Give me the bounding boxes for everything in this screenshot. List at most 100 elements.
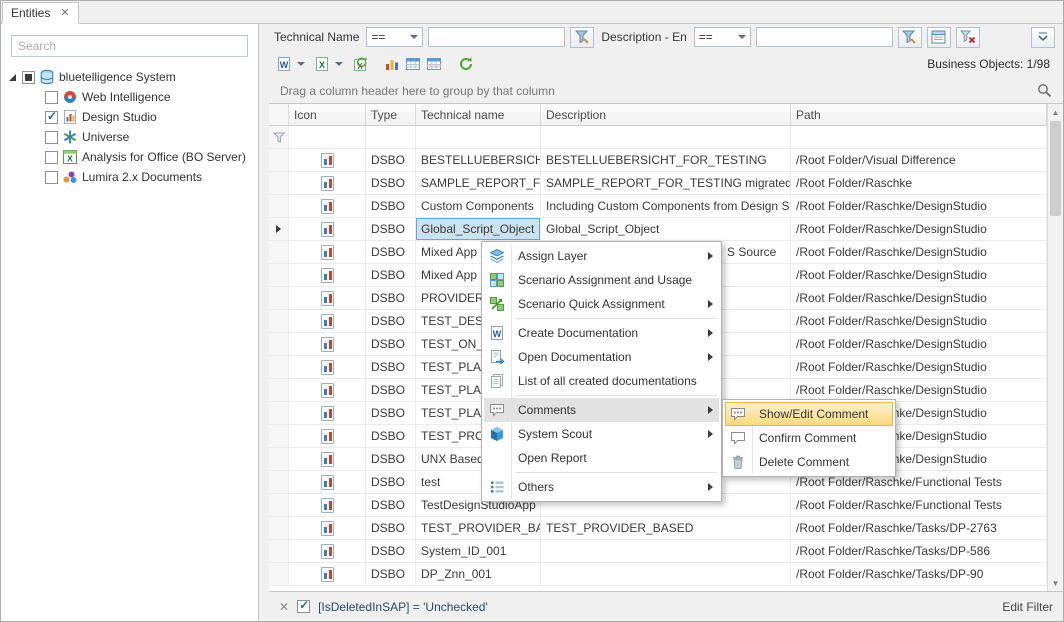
remove-filter-icon[interactable]: ✕	[279, 601, 289, 613]
filter-cell[interactable]	[791, 126, 1047, 148]
cell-type[interactable]: DSBO	[366, 425, 416, 447]
scroll-down-icon[interactable]: ▼	[1048, 575, 1063, 591]
cell-technical-name[interactable]: Custom Components	[416, 195, 541, 217]
group-by-panel[interactable]: Drag a column header here to group by th…	[269, 78, 1063, 104]
clear-filter-button[interactable]	[956, 27, 980, 48]
cell-path[interactable]: /Root Folder/Raschke	[791, 172, 1047, 194]
menu-item-scenario-quick-assignment[interactable]: Scenario Quick Assignment	[484, 292, 719, 316]
expander-icon[interactable]	[9, 74, 16, 81]
tree-node-root[interactable]: bluetelligence System	[1, 67, 258, 87]
cell-type[interactable]: DSBO	[366, 563, 416, 585]
tree-node-universe[interactable]: Universe	[1, 127, 258, 147]
menu-item-system-scout[interactable]: System Scout	[484, 422, 719, 446]
menu-item-open-documentation[interactable]: Open Documentation	[484, 345, 719, 369]
node-checkbox[interactable]	[45, 111, 58, 124]
vertical-scrollbar[interactable]: ▲ ▼	[1047, 104, 1063, 591]
filter-panel-button[interactable]	[927, 27, 951, 48]
export-excel-dropdown[interactable]	[333, 53, 345, 75]
table-row[interactable]: DSBO SAMPLE_REPORT_FO... SAMPLE_REPORT_F…	[269, 172, 1047, 195]
node-checkbox[interactable]	[45, 171, 58, 184]
cell-path[interactable]: /Root Folder/Raschke/DesignStudio	[791, 218, 1047, 240]
search-icon[interactable]	[1037, 83, 1052, 98]
description-operator-select[interactable]: ==	[694, 27, 751, 47]
cell-type[interactable]: DSBO	[366, 517, 416, 539]
column-header-description[interactable]: Description	[541, 104, 791, 125]
cell-type[interactable]: DSBO	[366, 195, 416, 217]
edit-filter-button[interactable]: Edit Filter	[1002, 600, 1053, 614]
column-header-icon[interactable]: Icon	[289, 104, 366, 125]
export-word-button[interactable]: W	[274, 53, 294, 75]
table-row-selected[interactable]: DSBO Global_Script_Object Global_Script_…	[269, 218, 1047, 241]
excel-refresh-button[interactable]: X	[350, 53, 370, 75]
cell-technical-name[interactable]: DP_Znn_001	[416, 563, 541, 585]
cell-type[interactable]: DSBO	[366, 218, 416, 240]
tab-entities[interactable]: Entities ✕	[2, 2, 79, 24]
table-row[interactable]: DSBO Custom Components Including Custom …	[269, 195, 1047, 218]
column-header-type[interactable]: Type	[366, 104, 416, 125]
cell-technical-name[interactable]: SAMPLE_REPORT_FO...	[416, 172, 541, 194]
table-row[interactable]: DSBO BESTELLUEBERSICHT... BESTELLUEBERSI…	[269, 149, 1047, 172]
cell-technical-name[interactable]: System_ID_001	[416, 540, 541, 562]
technical-name-operator-select[interactable]: ==	[366, 27, 423, 47]
cell-description[interactable]: TEST_PROVIDER_BASED	[541, 517, 791, 539]
cell-technical-name[interactable]: TEST_PROVIDER_BA...	[416, 517, 541, 539]
tree-node-lumira[interactable]: Lumira 2.x Documents	[1, 167, 258, 187]
cell-technical-name[interactable]: BESTELLUEBERSICHT...	[416, 149, 541, 171]
refresh-button[interactable]	[456, 53, 476, 75]
cell-path[interactable]: /Root Folder/Raschke/DesignStudio	[791, 287, 1047, 309]
description-filter-edit-button[interactable]	[898, 27, 922, 48]
cell-type[interactable]: DSBO	[366, 471, 416, 493]
cell-path[interactable]: /Root Folder/Raschke/DesignStudio	[791, 241, 1047, 263]
tree-node-design-studio[interactable]: Design Studio	[1, 107, 258, 127]
cell-path[interactable]: /Root Folder/Raschke/Tasks/DP-2763	[791, 517, 1047, 539]
cell-type[interactable]: DSBO	[366, 540, 416, 562]
cell-technical-name-selected[interactable]: Global_Script_Object	[416, 218, 541, 240]
cell-type[interactable]: DSBO	[366, 287, 416, 309]
scroll-up-icon[interactable]: ▲	[1048, 104, 1063, 120]
column-header-technical-name[interactable]: Technical name	[416, 104, 541, 125]
cell-path[interactable]: /Root Folder/Raschke/DesignStudio	[791, 333, 1047, 355]
submenu-item-delete-comment[interactable]: Delete Comment	[725, 450, 893, 474]
description-filter-input[interactable]	[756, 27, 893, 47]
submenu-item-show-edit-comment[interactable]: Show/Edit Comment	[725, 402, 893, 426]
cell-path[interactable]: /Root Folder/Raschke/DesignStudio	[791, 356, 1047, 378]
filter-cell[interactable]	[541, 126, 791, 148]
technical-name-filter-edit-button[interactable]	[570, 27, 594, 48]
report-table-button[interactable]	[403, 53, 423, 75]
search-input[interactable]	[11, 35, 248, 57]
cell-type[interactable]: DSBO	[366, 149, 416, 171]
cell-type[interactable]: DSBO	[366, 402, 416, 424]
tree-node-analysis-office[interactable]: X Analysis for Office (BO Server)	[1, 147, 258, 167]
menu-item-create-documentation[interactable]: W Create Documentation	[484, 321, 719, 345]
cell-type[interactable]: DSBO	[366, 172, 416, 194]
export-excel-button[interactable]: X	[312, 53, 332, 75]
tree-node-web-intelligence[interactable]: Web Intelligence	[1, 87, 258, 107]
cell-type[interactable]: DSBO	[366, 310, 416, 332]
menu-item-assign-layer[interactable]: Assign Layer	[484, 244, 719, 268]
export-word-dropdown[interactable]	[295, 53, 307, 75]
cell-type[interactable]: DSBO	[366, 333, 416, 355]
menu-item-comments[interactable]: Comments	[484, 398, 719, 422]
filter-active-checkbox[interactable]	[297, 600, 310, 613]
cell-description[interactable]: Global_Script_Object	[541, 218, 791, 240]
close-icon[interactable]: ✕	[60, 8, 69, 19]
cell-path[interactable]: /Root Folder/Raschke/DesignStudio	[791, 310, 1047, 332]
menu-item-open-report[interactable]: Open Report	[484, 446, 719, 470]
cell-type[interactable]: DSBO	[366, 379, 416, 401]
filter-cell[interactable]	[289, 126, 366, 148]
filter-cell[interactable]	[416, 126, 541, 148]
collapse-filter-panel-button[interactable]	[1031, 27, 1055, 48]
table-row[interactable]: DSBO System_ID_001 /Root Folder/Raschke/…	[269, 540, 1047, 563]
column-header-path[interactable]: Path	[791, 104, 1047, 125]
scrollbar-track[interactable]	[1048, 217, 1063, 575]
report-table-alt-button[interactable]	[424, 53, 444, 75]
technical-name-filter-input[interactable]	[428, 27, 565, 47]
filter-cell[interactable]	[366, 126, 416, 148]
cell-type[interactable]: DSBO	[366, 448, 416, 470]
cell-description[interactable]: SAMPLE_REPORT_FOR_TESTING migrated to sa…	[541, 172, 791, 194]
root-checkbox[interactable]	[22, 71, 35, 84]
scrollbar-thumb[interactable]	[1050, 121, 1061, 216]
chart-button[interactable]	[382, 53, 402, 75]
cell-type[interactable]: DSBO	[366, 241, 416, 263]
cell-type[interactable]: DSBO	[366, 494, 416, 516]
